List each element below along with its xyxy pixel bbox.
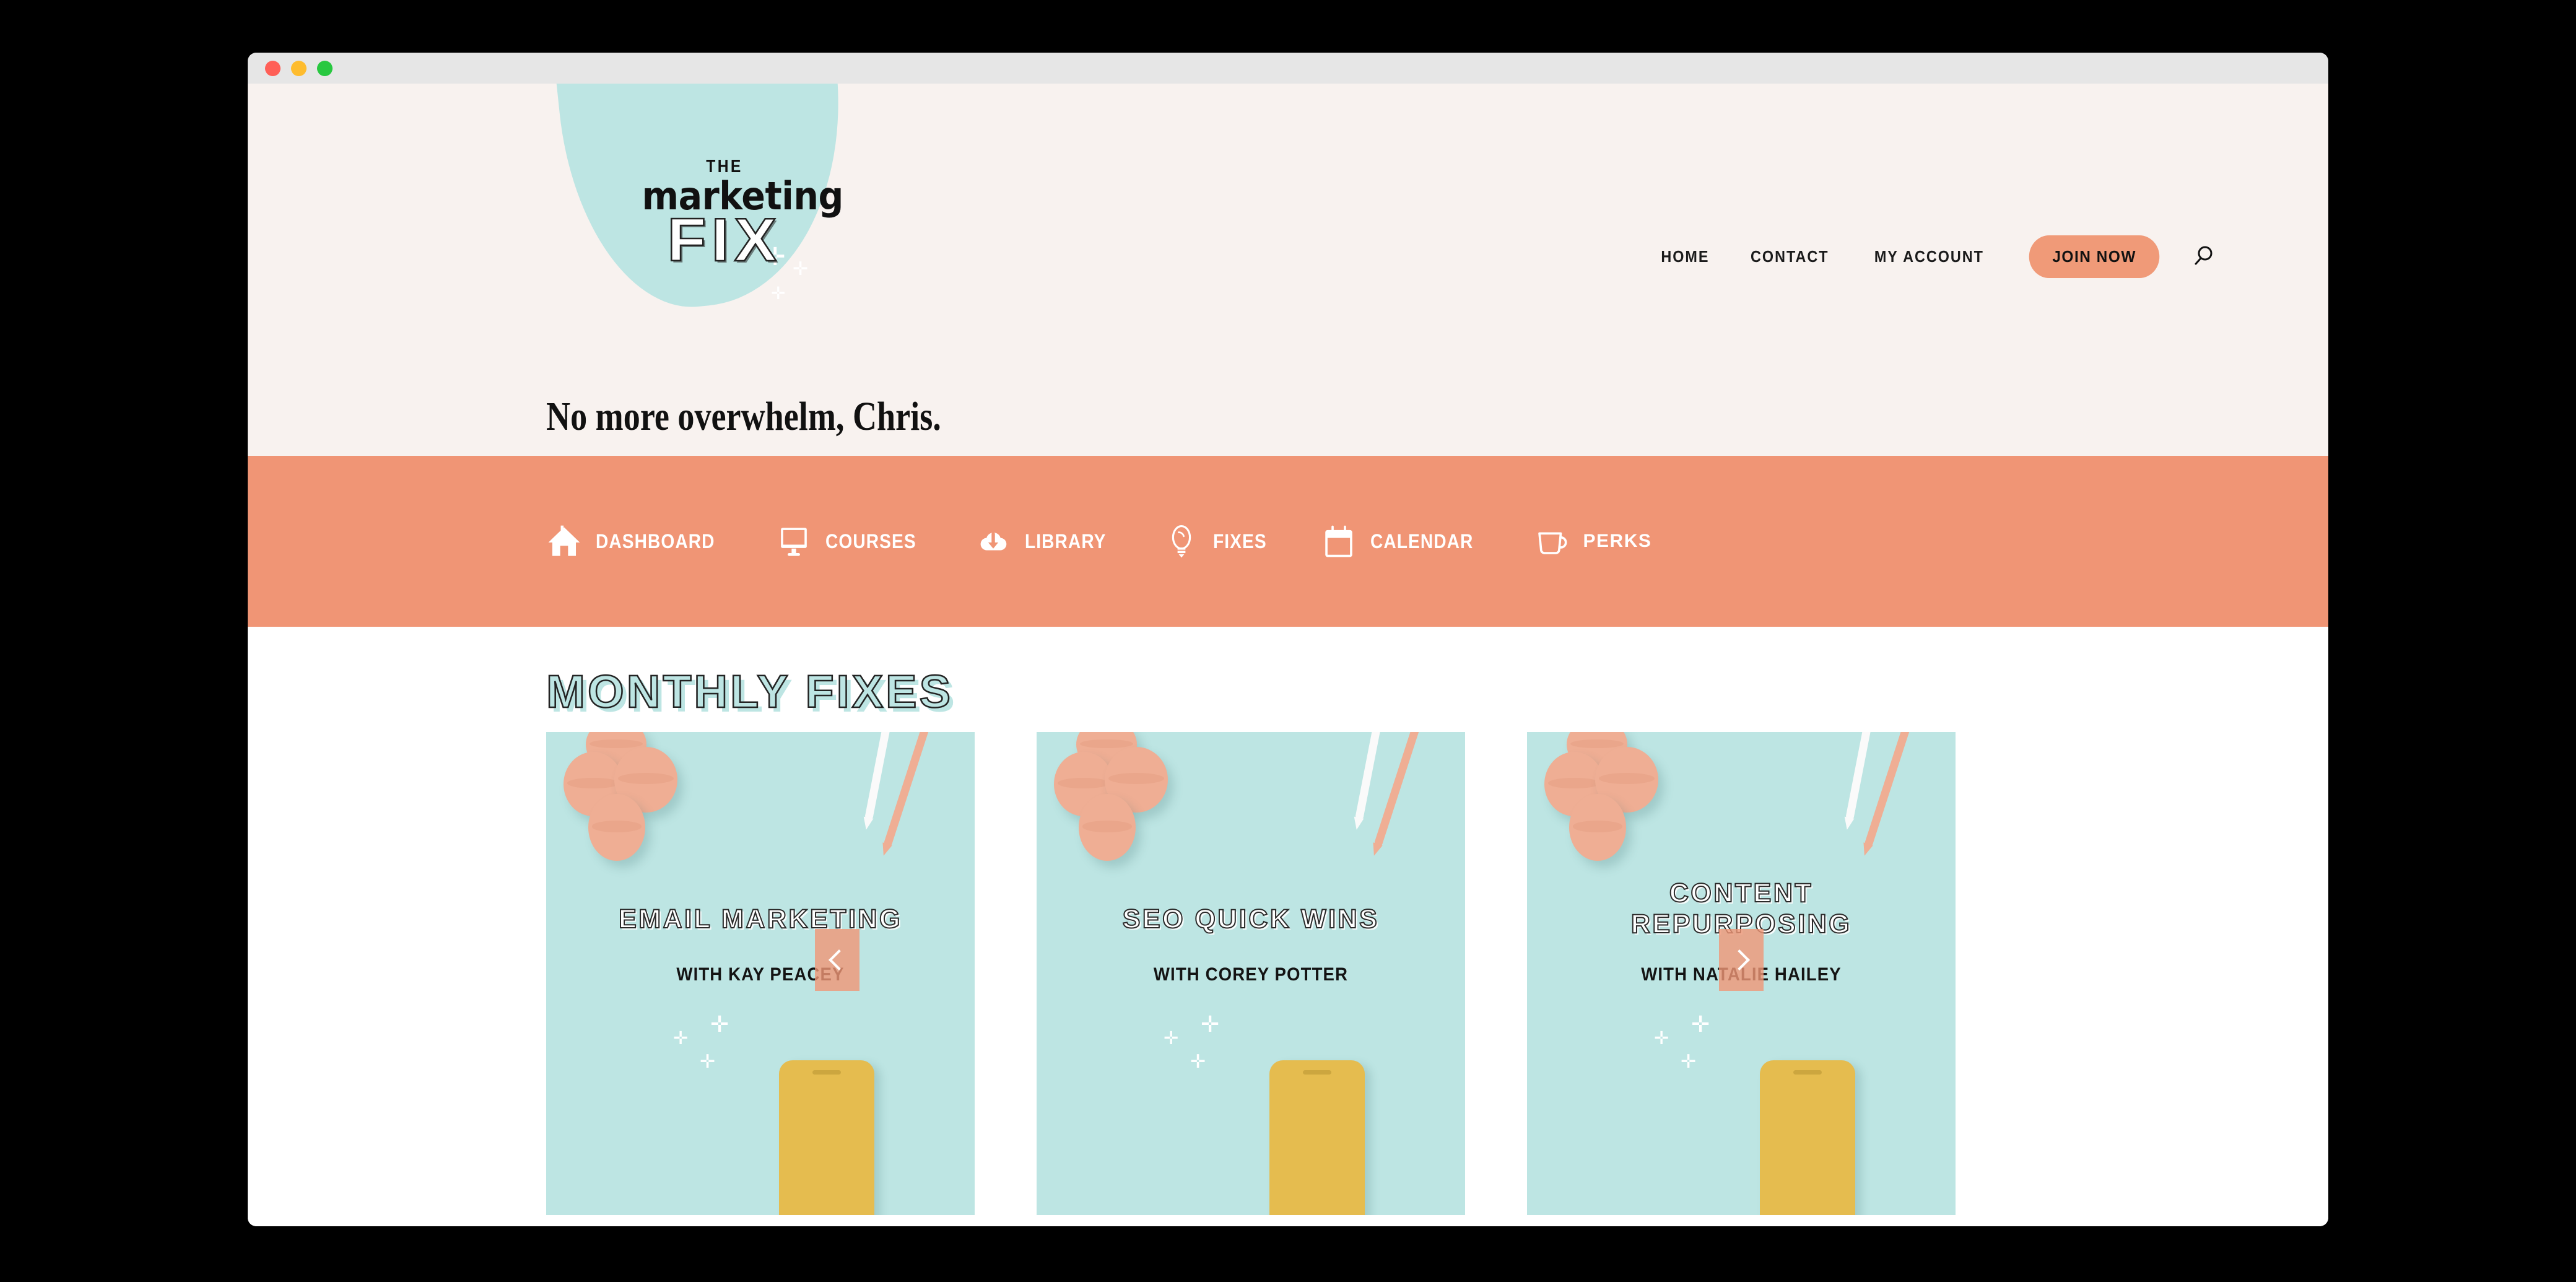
coffee-cup-icon bbox=[1538, 532, 1567, 554]
sparkle-icon: ✛ bbox=[1654, 1027, 1669, 1049]
macaron-decoration bbox=[1079, 794, 1136, 861]
sparkle-icon: ✛ bbox=[1681, 1051, 1697, 1073]
nav-label-library: LIBRARY bbox=[1025, 530, 1107, 552]
maximize-window-button[interactable] bbox=[317, 60, 333, 76]
search-button[interactable] bbox=[2190, 243, 2217, 271]
phone-decoration bbox=[779, 1060, 874, 1215]
logo-blob-container: ✛ ✛ ✛ bbox=[248, 84, 2328, 322]
nav-item-fixes[interactable]: FIXES bbox=[1164, 523, 1274, 559]
house-icon bbox=[548, 525, 580, 556]
nav-item-perks[interactable]: PERKS bbox=[1534, 523, 1652, 559]
nav-label-perks: PERKS bbox=[1583, 531, 1652, 551]
macaron-decoration bbox=[588, 794, 645, 861]
logo-fix-text: FIX bbox=[666, 206, 782, 274]
sparkle-icon: ✛ bbox=[1201, 1012, 1220, 1037]
macaron-decoration bbox=[1569, 794, 1626, 861]
pencil-decoration bbox=[1865, 732, 1912, 846]
calendar-icon bbox=[1325, 525, 1353, 557]
sparkle-icon: ✛ bbox=[771, 283, 786, 303]
main-navigation-bar: DASHBOARD COURSES LIBRARY FIXES CALENDAR… bbox=[248, 456, 2328, 627]
site-header: ✛ ✛ ✛ THE marketing FIX HOME CONTACT MY … bbox=[248, 84, 2328, 456]
pencil-decoration bbox=[884, 732, 931, 846]
content-area: MONTHLY FIXES EMAIL MARKETING WITH KAY P… bbox=[248, 627, 2328, 1226]
top-navigation: HOME CONTACT MY ACCOUNT JOIN NOW bbox=[1658, 235, 2217, 278]
top-nav-link-home[interactable]: HOME bbox=[1661, 247, 1709, 266]
sparkle-icon: ✛ bbox=[1164, 1027, 1179, 1049]
pencil-decoration bbox=[1374, 732, 1422, 846]
nav-label-fixes: FIXES bbox=[1212, 530, 1267, 552]
nav-item-calendar[interactable]: CALENDAR bbox=[1321, 523, 1487, 559]
fix-card[interactable]: EMAIL MARKETING WITH KAY PEACEY ✛ ✛ ✛ bbox=[546, 732, 975, 1215]
pencil-decoration bbox=[864, 732, 890, 819]
sparkle-icon: ✛ bbox=[1190, 1051, 1206, 1073]
sparkle-icon: ✛ bbox=[700, 1051, 716, 1073]
phone-decoration bbox=[1269, 1060, 1365, 1215]
browser-title-bar bbox=[248, 53, 2328, 84]
nav-label-courses: COURSES bbox=[825, 530, 916, 552]
browser-window: ✛ ✛ ✛ THE marketing FIX HOME CONTACT MY … bbox=[248, 53, 2328, 1226]
top-nav-link-contact[interactable]: CONTACT bbox=[1751, 247, 1829, 266]
carousel-next-button[interactable] bbox=[1719, 929, 1764, 991]
nav-item-courses[interactable]: COURSES bbox=[776, 523, 929, 559]
pencil-decoration bbox=[1845, 732, 1871, 819]
fix-card-title: SEO QUICK WINS bbox=[1122, 904, 1380, 935]
fix-card-presenter: WITH KAY PEACEY bbox=[676, 964, 845, 985]
cloud-download-icon bbox=[981, 532, 1007, 551]
lightbulb-icon bbox=[1172, 525, 1191, 558]
page-title: No more overwhelm, Chris. bbox=[546, 394, 941, 439]
top-nav-link-my-account[interactable]: MY ACCOUNT bbox=[1874, 247, 1984, 266]
nav-label-dashboard: DASHBOARD bbox=[596, 530, 715, 552]
carousel-track: EMAIL MARKETING WITH KAY PEACEY ✛ ✛ ✛ SE… bbox=[546, 732, 2032, 1215]
fix-card-title: EMAIL MARKETING bbox=[618, 904, 902, 935]
carousel-prev-button[interactable] bbox=[815, 929, 859, 991]
fix-card-presenter: WITH COREY POTTER bbox=[1153, 964, 1349, 985]
monitor-icon bbox=[780, 528, 807, 556]
nav-item-library[interactable]: LIBRARY bbox=[975, 523, 1117, 559]
minimize-window-button[interactable] bbox=[291, 60, 307, 76]
fix-card-title-line: CONTENT bbox=[1669, 878, 1814, 909]
monthly-fixes-carousel: EMAIL MARKETING WITH KAY PEACEY ✛ ✛ ✛ SE… bbox=[546, 732, 2032, 1215]
nav-item-dashboard[interactable]: DASHBOARD bbox=[546, 523, 731, 559]
section-heading-monthly-fixes: MONTHLY FIXES bbox=[546, 665, 953, 718]
close-window-button[interactable] bbox=[265, 60, 281, 76]
page-viewport: ✛ ✛ ✛ THE marketing FIX HOME CONTACT MY … bbox=[248, 84, 2328, 1226]
join-now-button[interactable]: JOIN NOW bbox=[2029, 235, 2160, 278]
sparkle-icon: ✛ bbox=[673, 1027, 689, 1049]
phone-decoration bbox=[1760, 1060, 1855, 1215]
fix-card[interactable]: SEO QUICK WINS WITH COREY POTTER ✛ ✛ ✛ bbox=[1037, 732, 1465, 1215]
sparkle-icon: ✛ bbox=[710, 1012, 729, 1037]
sparkle-icon: ✛ bbox=[1691, 1012, 1710, 1037]
chevron-right-icon bbox=[1729, 949, 1750, 970]
chevron-left-icon bbox=[829, 949, 850, 970]
search-icon bbox=[2195, 246, 2213, 264]
site-logo[interactable]: THE marketing FIX bbox=[635, 158, 844, 271]
pencil-decoration bbox=[1355, 732, 1381, 819]
nav-label-calendar: CALENDAR bbox=[1370, 530, 1474, 552]
